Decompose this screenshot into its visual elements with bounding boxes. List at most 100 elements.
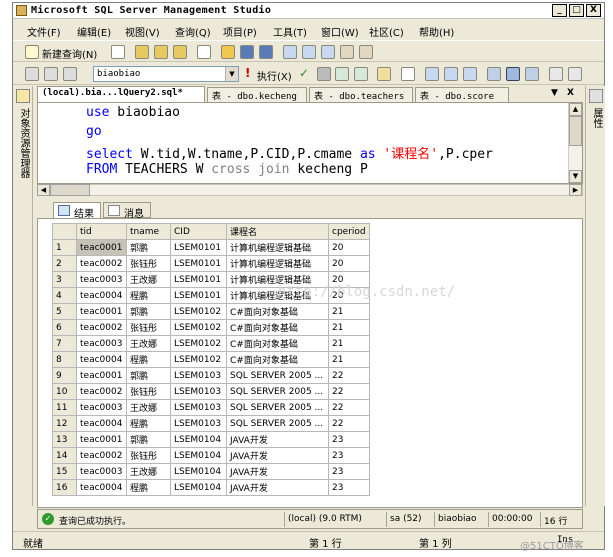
grid-cell[interactable]: LSEM0102 [170,335,227,352]
grid-cell[interactable]: teac0004 [76,479,127,496]
properties-label[interactable]: 属性 [590,108,602,128]
column-header-tname[interactable]: tname [126,223,171,240]
grid-cell[interactable]: 20 [328,239,370,256]
grid-cell[interactable]: teac0003 [76,463,127,480]
row-number-header[interactable] [52,223,77,240]
menu-project[interactable]: 项目(P) [223,24,257,39]
table-row[interactable]: 2 teac0002 张钰彤 LSEM0101 计算机编程逻辑基础 20 [52,255,370,272]
scroll-thumb[interactable] [569,116,582,146]
increase-indent-icon[interactable] [568,67,582,81]
row-number-cell[interactable]: 15 [52,463,77,480]
grid-cell[interactable]: LSEM0104 [170,447,227,464]
grid-cell[interactable]: C#面向对象基础 [226,335,329,352]
grid-cell[interactable]: SQL SERVER 2005 ... [226,383,329,400]
column-header-cid[interactable]: CID [170,223,227,240]
table-row[interactable]: 8 teac0004 程鹏 LSEM0102 C#面向对象基础 21 [52,351,370,368]
tab-teachers[interactable]: 表 - dbo.teachers [309,87,413,102]
grid-cell[interactable]: teac0004 [76,415,127,432]
grid-cell[interactable]: LSEM0104 [170,479,227,496]
menu-view[interactable]: 视图(V) [125,24,160,39]
sql-editor[interactable]: use biaobiao go select W.tid,W.tname,P.C… [37,102,583,184]
scroll-left-icon[interactable]: ◀ [37,184,50,196]
grid-cell[interactable]: 22 [328,415,370,432]
grid-cell[interactable]: teac0003 [76,335,127,352]
results-grid-area[interactable]: tid tname CID 课程名 cperiod 1 teac0001 郭鹏 LSE… [37,218,583,508]
tab-query[interactable]: (local).bia...lQuery2.sql* [37,86,205,102]
properties-icon[interactable] [340,45,354,59]
grid-cell[interactable]: LSEM0101 [170,255,227,272]
table-row[interactable]: 16 teac0004 程鹏 LSEM0104 JAVA开发 23 [52,479,370,496]
client-statistics-icon[interactable] [425,67,439,81]
table-row[interactable]: 9 teac0001 郭鹏 LSEM0103 SQL SERVER 2005 ... 22 [52,367,370,384]
execute-button[interactable]: 执行(X) [257,68,292,83]
grid-cell[interactable]: 21 [328,303,370,320]
editor-vertical-scrollbar[interactable]: ▲ ▼ [568,103,582,183]
grid-cell[interactable]: 22 [328,367,370,384]
grid-cell[interactable]: JAVA开发 [226,463,329,480]
results-to-grid-icon[interactable] [487,67,501,81]
grid-cell[interactable]: 郭鹏 [126,303,171,320]
grid-cell[interactable]: 郭鹏 [126,367,171,384]
grid-cell[interactable]: LSEM0103 [170,399,227,416]
scroll-right-icon[interactable]: ▶ [569,184,582,196]
tab-score[interactable]: 表 - dbo.score [415,87,509,102]
query-designer-icon[interactable] [354,67,368,81]
menu-edit[interactable]: 编辑(E) [77,24,111,39]
grid-cell[interactable]: teac0003 [76,399,127,416]
grid-cell[interactable]: 21 [328,319,370,336]
estimated-plan-icon[interactable] [335,67,349,81]
grid-cell[interactable]: teac0002 [76,319,127,336]
template-explorer-icon[interactable] [321,45,335,59]
grid-cell[interactable]: teac0002 [76,447,127,464]
grid-cell[interactable]: teac0001 [76,239,127,256]
grid-cell[interactable]: C#面向对象基础 [226,351,329,368]
column-header-tid[interactable]: tid [76,223,127,240]
object-explorer-label[interactable]: 对象资源管理器 [17,108,29,178]
grid-cell[interactable]: 张钰彤 [126,447,171,464]
tab-close-button[interactable]: X [567,88,574,98]
column-header-course-name[interactable]: 课程名 [226,223,329,240]
grid-cell[interactable]: teac0001 [76,367,127,384]
scroll-up-icon[interactable]: ▲ [569,103,582,116]
menu-window[interactable]: 窗口(W) [321,24,359,39]
row-number-cell[interactable]: 5 [52,303,77,320]
new-query-icon[interactable] [25,45,39,59]
grid-cell[interactable]: LSEM0102 [170,303,227,320]
include-plan-icon[interactable] [401,67,415,81]
grid-cell[interactable]: LSEM0104 [170,431,227,448]
grid-cell[interactable]: 张钰彤 [126,319,171,336]
row-number-cell[interactable]: 3 [52,271,77,288]
grid-cell[interactable]: 程鹏 [126,415,171,432]
toolbox-icon[interactable] [359,45,373,59]
row-number-cell[interactable]: 4 [52,287,77,304]
db-engine-query-icon[interactable] [135,45,149,59]
chevron-down-icon[interactable]: ▼ [225,67,238,81]
row-number-cell[interactable]: 16 [52,479,77,496]
tab-list-dropdown[interactable]: ▼ [551,88,558,98]
grid-cell[interactable]: teac0004 [76,287,127,304]
row-number-cell[interactable]: 1 [52,239,77,256]
specify-values-icon[interactable] [377,67,391,81]
grid-cell[interactable]: JAVA开发 [226,431,329,448]
table-row[interactable]: 14 teac0002 张钰彤 LSEM0104 JAVA开发 23 [52,447,370,464]
grid-cell[interactable]: 张钰彤 [126,383,171,400]
grid-cell[interactable]: LSEM0101 [170,271,227,288]
grid-cell[interactable]: 张钰彤 [126,255,171,272]
grid-cell[interactable]: LSEM0104 [170,463,227,480]
grid-cell[interactable]: teac0003 [76,271,127,288]
row-number-cell[interactable]: 12 [52,415,77,432]
grid-cell[interactable]: teac0001 [76,303,127,320]
grid-cell[interactable]: 程鹏 [126,479,171,496]
table-row[interactable]: 5 teac0001 郭鹏 LSEM0102 C#面向对象基础 21 [52,303,370,320]
grid-cell[interactable]: C#面向对象基础 [226,319,329,336]
table-row[interactable]: 11 teac0003 王改娜 LSEM0103 SQL SERVER 2005 ...… [52,399,370,416]
open-file-icon[interactable] [221,45,235,59]
tab-messages[interactable]: 消息 [103,202,151,220]
grid-cell[interactable]: 计算机编程逻辑基础 [226,239,329,256]
grid-cell[interactable]: 王改娜 [126,463,171,480]
grid-cell[interactable]: 程鹏 [126,351,171,368]
uncomment-icon[interactable] [525,67,539,81]
decrease-indent-icon[interactable] [549,67,563,81]
change-connection-icon[interactable] [44,67,58,81]
hscroll-thumb[interactable] [50,184,90,196]
